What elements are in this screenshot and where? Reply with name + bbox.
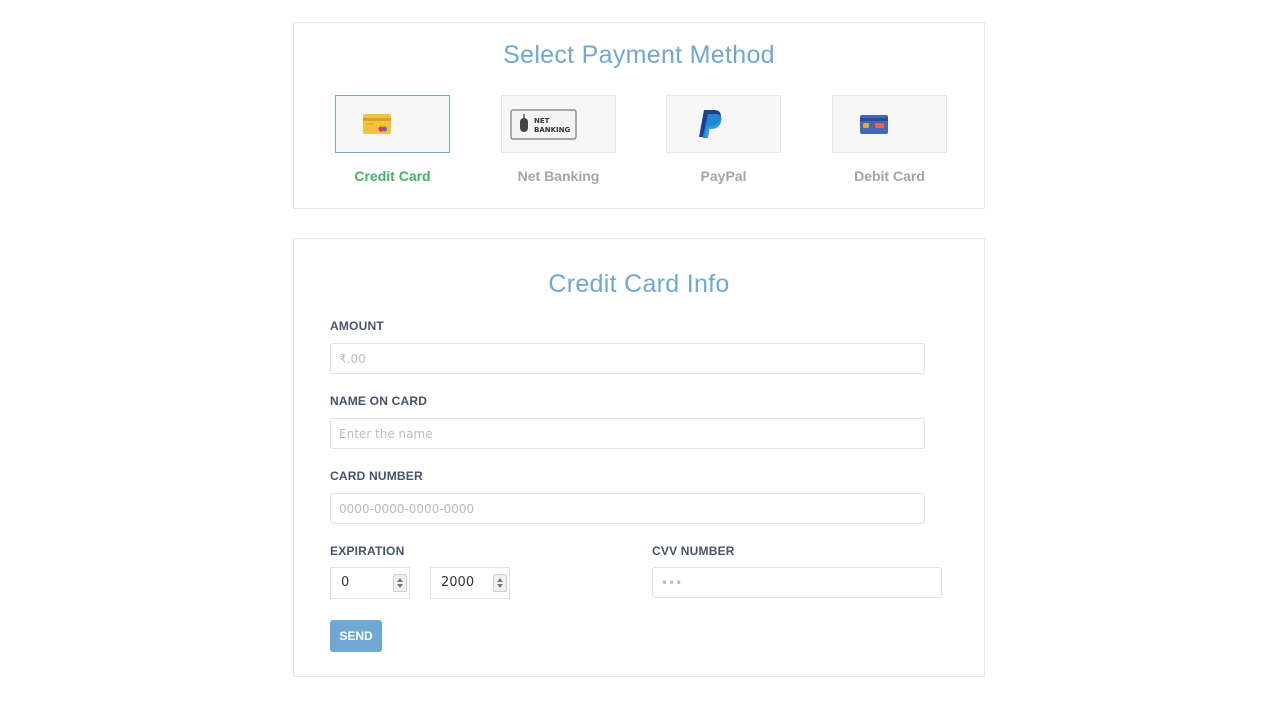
card-number-input[interactable] — [330, 493, 925, 524]
paypal-option-box[interactable] — [666, 95, 781, 153]
debit-card-icon — [859, 114, 889, 141]
net-banking-icon: NET BANKING — [510, 109, 578, 146]
payment-option-debit-card[interactable]: Debit Card — [832, 95, 947, 184]
payment-option-paypal[interactable]: PayPal — [666, 95, 781, 184]
payment-option-credit-card[interactable]: Credit Card — [335, 95, 450, 184]
debit-card-option-box[interactable] — [832, 95, 947, 153]
debit-card-label: Debit Card — [854, 168, 925, 184]
credit-card-label: Credit Card — [354, 168, 431, 184]
expiration-year-input[interactable]: 2000 — [430, 567, 510, 599]
payment-method-panel: Select Payment Method Credit Card NET BA… — [293, 22, 985, 209]
name-on-card-label: NAME ON CARD — [330, 394, 428, 408]
credit-card-icon — [362, 112, 392, 141]
credit-card-option-box[interactable] — [335, 95, 450, 153]
svg-text:BANKING: BANKING — [534, 126, 570, 134]
svg-text:NET: NET — [534, 117, 550, 125]
payment-option-net-banking[interactable]: NET BANKING Net Banking — [501, 95, 616, 184]
paypal-label: PayPal — [700, 168, 747, 184]
net-banking-option-box[interactable]: NET BANKING — [501, 95, 616, 153]
form-title: Credit Card Info — [548, 270, 730, 298]
amount-input[interactable] — [330, 343, 925, 374]
expiration-month-input[interactable]: 0 — [330, 567, 410, 599]
payment-method-title: Select Payment Method — [503, 41, 775, 69]
cvv-input[interactable] — [652, 567, 942, 598]
expiration-year-value: 2000 — [441, 575, 475, 590]
card-number-label: CARD NUMBER — [330, 469, 423, 483]
credit-card-form-panel: Credit Card Info AMOUNT NAME ON CARD CAR… — [293, 238, 985, 677]
net-banking-label: Net Banking — [517, 168, 600, 184]
expiration-month-spinner[interactable] — [393, 574, 407, 592]
cvv-label: CVV NUMBER — [652, 544, 735, 558]
expiration-label: EXPIRATION — [330, 544, 405, 558]
amount-label: AMOUNT — [330, 319, 384, 333]
name-on-card-input[interactable] — [330, 418, 925, 449]
expiration-year-spinner[interactable] — [493, 574, 507, 592]
send-button[interactable]: SEND — [330, 620, 382, 652]
paypal-icon — [697, 109, 723, 144]
expiration-month-value: 0 — [341, 575, 350, 590]
